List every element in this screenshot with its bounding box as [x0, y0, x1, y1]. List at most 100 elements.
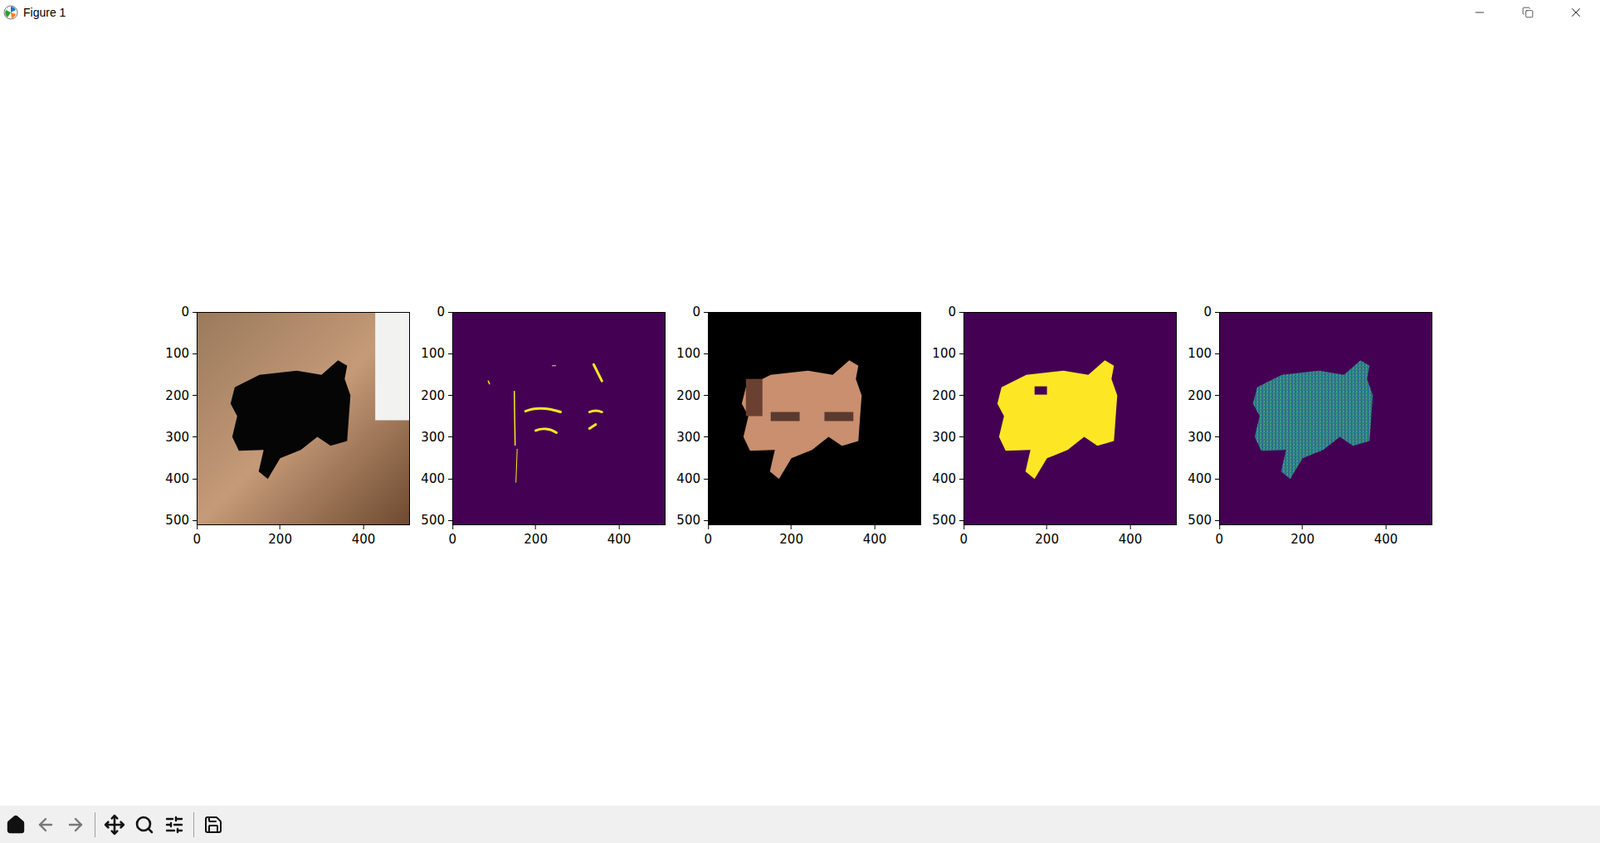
y-tick: 200 — [1187, 388, 1220, 404]
minimize-button[interactable] — [1455, 0, 1504, 25]
window-title: Figure 1 — [23, 5, 1456, 20]
axes — [707, 312, 922, 526]
axes — [1219, 312, 1433, 526]
subplot: 01002003004005000200400 — [1176, 312, 1433, 549]
y-tick-mark — [192, 312, 197, 313]
y-tick: 100 — [420, 346, 453, 361]
x-tick-label: 200 — [1290, 531, 1315, 547]
y-tick: 200 — [931, 388, 964, 404]
x-axis: 0200400 — [707, 525, 922, 549]
x-tick-mark — [196, 525, 198, 530]
y-tick: 300 — [931, 429, 964, 445]
x-axis: 0200400 — [196, 525, 410, 549]
configure-button[interactable] — [160, 810, 189, 840]
y-tick: 400 — [676, 471, 708, 487]
close-icon — [1568, 4, 1584, 20]
y-tick-label: 400 — [1187, 471, 1212, 487]
y-tick: 300 — [165, 429, 197, 445]
y-tick: 300 — [420, 429, 453, 445]
y-tick: 100 — [1187, 346, 1220, 361]
y-tick-label: 0 — [436, 304, 445, 320]
y-tick-mark — [959, 478, 964, 480]
y-tick: 500 — [1187, 512, 1220, 528]
y-axis: 0100200300400500 — [921, 312, 964, 526]
x-tick-label: 0 — [1214, 531, 1224, 547]
y-tick-mark — [448, 353, 453, 355]
x-tick-label: 200 — [1034, 531, 1059, 547]
x-tick-label: 200 — [779, 531, 804, 547]
y-tick: 500 — [676, 512, 708, 528]
forward-arrow-icon — [65, 814, 86, 835]
y-tick-mark — [1214, 520, 1220, 522]
y-tick-label: 200 — [931, 388, 957, 404]
y-tick-label: 300 — [676, 429, 701, 445]
y-tick-label: 0 — [692, 304, 701, 320]
y-tick-mark — [1214, 353, 1220, 355]
x-tick-label: 400 — [607, 531, 632, 547]
x-tick-label: 400 — [863, 531, 888, 547]
y-tick-mark — [1214, 478, 1220, 480]
y-tick: 0 — [180, 304, 197, 320]
y-tick-label: 400 — [165, 471, 190, 487]
home-button[interactable] — [1, 810, 30, 840]
photo-image — [197, 312, 410, 525]
y-tick-mark — [1214, 312, 1220, 313]
y-tick-label: 300 — [420, 429, 445, 445]
y-tick-label: 200 — [165, 388, 190, 404]
save-icon — [203, 814, 224, 835]
y-tick-label: 500 — [420, 512, 445, 528]
y-tick: 400 — [420, 471, 453, 487]
y-tick-mark — [703, 478, 708, 480]
y-tick-mark — [448, 478, 453, 480]
home-icon — [5, 814, 26, 835]
crop-image — [708, 312, 921, 525]
y-tick: 100 — [165, 346, 197, 361]
y-tick-label: 300 — [1187, 429, 1212, 445]
y-tick-label: 100 — [1187, 346, 1212, 361]
y-tick: 400 — [165, 471, 197, 487]
y-tick-mark — [959, 436, 964, 438]
y-tick-mark — [703, 520, 708, 522]
y-tick-label: 400 — [420, 471, 445, 487]
y-tick-mark — [192, 436, 197, 438]
x-tick-label: 200 — [268, 531, 293, 547]
y-tick: 500 — [931, 512, 964, 528]
x-tick-mark — [707, 525, 709, 530]
back-button[interactable] — [31, 810, 60, 840]
y-tick-mark — [703, 436, 708, 438]
save-button[interactable] — [199, 810, 228, 840]
restore-button[interactable] — [1503, 0, 1552, 25]
subplot: 01002003004005000200400 — [154, 312, 410, 549]
y-axis: 0100200300400500 — [665, 312, 708, 526]
x-tick: 400 — [351, 525, 376, 547]
forward-button[interactable] — [61, 810, 90, 840]
y-tick-label: 400 — [931, 471, 957, 487]
y-tick-mark — [703, 312, 708, 313]
x-tick-label: 400 — [1118, 531, 1143, 547]
x-tick-mark — [279, 525, 281, 530]
axes — [452, 312, 666, 526]
x-tick-label: 0 — [959, 531, 968, 547]
y-tick-label: 300 — [931, 429, 957, 445]
y-tick: 300 — [676, 429, 708, 445]
x-axis: 0200400 — [1219, 525, 1433, 549]
close-button[interactable] — [1551, 0, 1600, 25]
y-tick-mark — [959, 353, 964, 355]
x-tick-mark — [452, 525, 454, 530]
x-tick: 200 — [268, 525, 293, 547]
restore-icon — [1521, 6, 1534, 19]
y-tick-label: 500 — [676, 512, 701, 528]
y-tick-label: 0 — [947, 304, 957, 320]
y-tick: 100 — [676, 346, 708, 361]
x-tick-label: 0 — [703, 531, 713, 547]
zoom-button[interactable] — [130, 810, 159, 840]
window-controls — [1455, 0, 1600, 25]
y-tick: 0 — [692, 304, 708, 320]
pan-button[interactable] — [100, 810, 129, 840]
y-tick: 200 — [165, 388, 197, 404]
x-tick-mark — [363, 525, 365, 530]
y-tick-label: 200 — [420, 388, 445, 404]
y-tick-mark — [703, 395, 708, 396]
y-tick-mark — [448, 520, 453, 522]
x-tick-label: 400 — [1374, 531, 1399, 547]
